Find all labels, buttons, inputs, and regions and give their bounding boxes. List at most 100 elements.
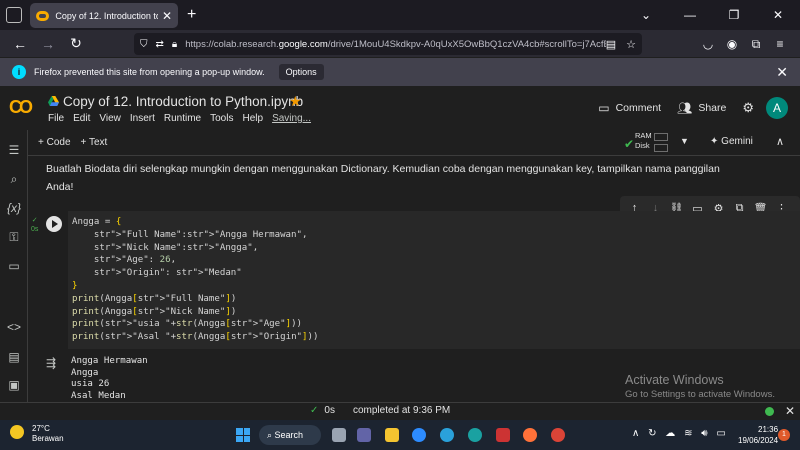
back-icon[interactable]: ← [6,36,34,52]
wifi-icon[interactable]: ≋ [684,428,692,439]
reader-view-icon[interactable]: ▤ [606,38,616,51]
files-folder-icon[interactable]: ▭ [0,259,28,273]
add-code-button[interactable]: + Code [38,137,71,148]
text-cell[interactable]: Buatlah Biodata diri selengkap mungkin d… [46,160,746,196]
close-status-icon[interactable]: ✕ [785,404,795,418]
output-actions-icon[interactable]: ⇶ [46,356,56,370]
weather-widget[interactable]: 27°C Berawan [10,424,64,444]
task-view-icon[interactable] [332,428,346,442]
activate-windows-watermark: Activate Windows Go to Settings to activ… [625,373,775,400]
lock-icon[interactable]: 🔒︎ [172,39,177,50]
colab-favicon-icon [36,10,50,21]
popup-options-button[interactable]: Options [278,64,324,80]
tray-sync-icon[interactable]: ↻ [648,428,656,439]
gemini-button[interactable]: ✦ Gemini [710,136,753,147]
menu-insert[interactable]: Insert [130,113,155,124]
menu-help[interactable]: Help [242,113,263,124]
close-notification-icon[interactable]: ✕ [776,64,788,81]
close-tab-icon[interactable]: ✕ [162,9,172,23]
notebook-title[interactable]: Copy of 12. Introduction to Python.ipynb [63,94,303,109]
google-drive-icon[interactable] [48,96,59,106]
weather-condition: Berawan [32,434,64,443]
extensions-icon[interactable]: ⧉ [744,37,768,52]
zoom-icon[interactable] [412,428,426,442]
settings-gear-icon[interactable]: ⚙ [742,100,754,116]
reload-icon[interactable]: ↻ [62,35,90,52]
table-of-contents-icon[interactable]: ☰ [0,143,28,157]
colab-logo[interactable]: CO [9,97,33,118]
execution-summary[interactable]: ✓ 0s completed at 9:36 PM [310,405,450,416]
notification-badge[interactable]: 1 [778,429,790,441]
command-palette-icon[interactable]: ▤ [0,350,28,364]
minimize-icon[interactable]: — [668,8,712,22]
tab-overflow-icon[interactable]: ⌄ [624,8,668,22]
status-time: 0s [324,405,335,416]
gemini-label: Gemini [721,136,753,147]
restore-icon[interactable]: ❐ [712,8,756,22]
run-cell-button[interactable] [46,216,62,232]
telegram-icon[interactable] [440,428,454,442]
browser-tab[interactable]: Copy of 12. Introduction to Python ✕ [30,3,178,28]
secrets-key-icon[interactable]: ⚿ [0,230,28,245]
menu-bar: File Edit View Insert Runtime Tools Help… [48,113,320,124]
watermark-line1: Activate Windows [625,373,724,387]
code-snippets-icon[interactable]: <> [0,320,28,334]
info-icon: i [12,65,26,79]
teams-icon[interactable] [357,428,371,442]
file-explorer-icon[interactable] [385,428,399,442]
store-icon[interactable] [496,428,510,442]
ram-meter [654,133,668,141]
menu-runtime[interactable]: Runtime [164,113,201,124]
address-bar[interactable]: ⛉ ⇄ 🔒︎ https://colab.research.google.com… [134,33,642,55]
search-label: Search [274,430,304,440]
menu-edit[interactable]: Edit [73,113,90,124]
ram-label: RAM [635,131,652,140]
weather-temperature: 27°C [32,424,50,433]
star-icon[interactable]: ★ [289,93,302,110]
search-icon[interactable]: ⌕ [0,172,28,187]
taskbar-clock[interactable]: 21:36 19/06/2024 [738,424,778,446]
variables-icon[interactable]: {x} [0,201,28,215]
tray-chevron-icon[interactable]: ∧ [632,428,639,439]
disk-label: Disk [635,141,650,150]
url-text[interactable]: https://colab.research.google.com/drive/… [185,39,606,50]
collapse-header-icon[interactable]: ∧ [776,135,784,148]
runtime-dropdown-icon[interactable]: ▼ [680,136,689,146]
menu-file[interactable]: File [48,113,64,124]
taskbar-search[interactable]: ⌕ Search [259,425,321,445]
battery-icon[interactable]: ▭ [716,428,725,439]
connection-status-dot[interactable] [765,407,774,416]
system-tray[interactable]: ∧ ↻ ☁ ≋ 🔊︎ ▭ [632,428,726,439]
execution-status: ✓ 0s [31,217,39,233]
pocket-icon[interactable]: ◡ [696,37,720,51]
clock-date: 19/06/2024 [738,436,779,445]
windows-start-icon[interactable] [236,428,250,442]
permissions-icon[interactable]: ⇄ [156,39,164,50]
firefox-icon[interactable] [523,428,537,442]
comment-button[interactable]: ▭ Comment [598,101,661,115]
tray-cloud-icon[interactable]: ☁ [665,428,675,439]
terminal-icon[interactable]: ▣ [0,378,28,392]
saving-status[interactable]: Saving... [272,113,311,124]
forward-icon[interactable]: → [34,36,62,52]
ram-disk-label[interactable]: RAM Disk [635,131,652,151]
comment-label: Comment [615,102,662,114]
chrome-icon[interactable] [551,428,565,442]
shield-icon[interactable]: ⛉ [140,39,148,50]
menu-view[interactable]: View [99,113,121,124]
app-menu-icon[interactable]: ≡ [768,37,792,51]
share-button[interactable]: 👥︎ Share [677,101,726,115]
close-window-icon[interactable]: ✕ [756,8,800,22]
code-source[interactable]: Angga = { str">"Full Name":str">"Angga H… [72,216,796,344]
volume-icon[interactable]: 🔊︎ [701,428,707,439]
account-icon[interactable]: ◉ [720,37,744,51]
menu-tools[interactable]: Tools [210,113,233,124]
new-tab-icon[interactable]: + [187,6,196,24]
avatar[interactable]: A [766,97,788,119]
bookmark-star-icon[interactable]: ☆ [626,38,636,51]
code-editor[interactable]: Angga = { str">"Full Name":str">"Angga H… [68,211,800,349]
tab-list-icon[interactable] [6,7,22,23]
add-text-button[interactable]: + Text [81,137,108,148]
clock-time: 21:36 [758,425,779,434]
edge-icon[interactable] [468,428,482,442]
